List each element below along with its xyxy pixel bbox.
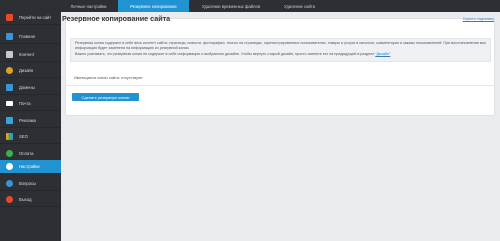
sidebar-item-label: Настройки	[19, 164, 40, 169]
content-icon	[6, 51, 13, 58]
tab-label: Личные настройки	[70, 3, 107, 9]
sidebar-item-main[interactable]: Главная	[0, 30, 61, 44]
sidebar-item-design[interactable]: Дизайн	[0, 64, 61, 78]
mail-icon	[6, 101, 13, 106]
backup-card	[65, 18, 495, 116]
design-icon	[6, 67, 13, 74]
dashboard-icon	[6, 33, 13, 40]
design-link[interactable]: "Дизайн"	[375, 52, 390, 56]
tab-delete-temp-files[interactable]: Удаление временных файлов	[191, 0, 271, 12]
logout-icon	[6, 196, 13, 203]
payment-icon	[6, 150, 13, 157]
existing-copies-text: Имеющиеся копии сайта: отсутствуют	[74, 75, 143, 80]
tab-label: Удаление временных файлов	[201, 3, 261, 9]
sidebar-item-go-to-site[interactable]: Перейти на сайт	[0, 11, 61, 25]
sidebar-item-label: Вопросы	[19, 181, 37, 186]
info-hint-box: Резервная копия содержит в себе весь кон…	[70, 38, 491, 62]
sidebar-item-questions[interactable]: Вопросы	[0, 177, 61, 191]
sidebar-item-logout[interactable]: Выход	[0, 193, 61, 207]
top-tab-bar: Личные настройки Резервное копирование У…	[61, 0, 500, 12]
tab-delete-site[interactable]: Удаление сайта	[273, 0, 326, 12]
help-icon	[6, 180, 13, 187]
sidebar-item-content[interactable]: Контент	[0, 48, 61, 62]
tab-label: Резервное копирование	[130, 3, 177, 9]
sidebar-item-domains[interactable]: Домены	[0, 81, 61, 95]
page-title: Резервное копирование сайта	[62, 14, 171, 23]
sidebar-item-label: Контент	[19, 52, 35, 57]
domains-icon	[6, 84, 13, 91]
sidebar-item-label: Почта	[19, 101, 31, 106]
tab-backup[interactable]: Резервное копирование	[118, 0, 189, 12]
sidebar-item-payment[interactable]: Оплата	[0, 147, 61, 161]
seo-chart-icon	[6, 133, 13, 140]
sidebar-item-settings[interactable]: Настройки	[0, 160, 61, 174]
sidebar-item-label: Выход	[19, 197, 32, 202]
divider	[66, 85, 494, 86]
tab-label: Удаление сайта	[284, 3, 315, 9]
sidebar-item-seo[interactable]: SEO	[0, 130, 61, 144]
sidebar-item-label: Оплата	[19, 151, 34, 156]
sidebar-item-mail[interactable]: Почта	[0, 97, 61, 111]
tab-personal-settings[interactable]: Личные настройки	[61, 0, 116, 12]
sidebar-item-label: Главная	[19, 34, 35, 39]
sidebar-item-label: Реклама	[19, 118, 36, 123]
sidebar-item-label: Дизайн	[19, 68, 34, 73]
settings-gear-icon	[6, 163, 13, 170]
sidebar-item-label: Домены	[19, 85, 35, 90]
sidebar-item-ads[interactable]: Реклама	[0, 114, 61, 128]
info-text-1: Резервная копия содержит в себе весь кон…	[75, 41, 486, 50]
sidebar-item-label: Перейти на сайт	[19, 15, 52, 20]
home-icon	[6, 14, 13, 21]
sidebar-item-label: SEO	[19, 134, 28, 139]
sidebar: Перейти на сайт Главная Контент Дизайн Д…	[0, 0, 61, 241]
info-text-2-body: Важно учитывать, что резервная копия не …	[75, 52, 375, 56]
megaphone-icon	[6, 117, 13, 124]
create-backup-button[interactable]: Сделать резервную копию	[72, 93, 139, 101]
hide-hint-link[interactable]: Скрыть подсказку	[463, 17, 494, 21]
info-text-2: Важно учитывать, что резервная копия не …	[75, 52, 486, 57]
